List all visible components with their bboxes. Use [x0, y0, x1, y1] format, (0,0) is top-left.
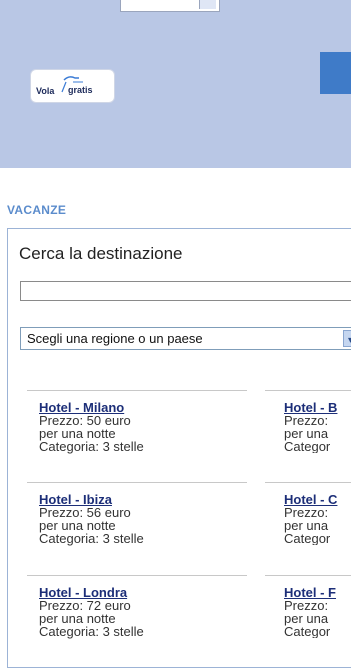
hotel-card: Hotel - B Prezzo: per una Categor: [284, 401, 351, 453]
chevron-down-icon[interactable]: ▾: [343, 330, 351, 347]
row-divider: [27, 482, 247, 483]
hotel-category: Categor: [284, 439, 331, 453]
hotel-card: Hotel - Milano Prezzo: 50 euro per una n…: [39, 401, 249, 453]
row-divider: [27, 575, 247, 576]
search-label: Cerca la destinazione: [19, 244, 183, 263]
region-select[interactable]: Scegli una regione o un paese ▾: [20, 327, 351, 350]
destination-search-input[interactable]: [20, 281, 351, 301]
top-search-widget[interactable]: [120, 0, 220, 12]
region-select-value: Scegli una regione o un paese: [27, 331, 203, 346]
hotel-category: Categoria: 3 stelle: [39, 624, 144, 639]
hotel-category: Categor: [284, 531, 331, 545]
row-divider: [27, 390, 247, 391]
hotel-card: Hotel - F Prezzo: per una Categor: [284, 586, 351, 638]
hotel-category: Categoria: 3 stelle: [39, 531, 144, 546]
hotel-category: Categoria: 3 stelle: [39, 439, 144, 454]
hotel-category: Categor: [284, 624, 331, 638]
header-banner: Vola gratis: [0, 0, 351, 168]
logo-text-gratis: gratis: [68, 85, 93, 95]
row-divider: [265, 482, 351, 483]
hotel-card: Hotel - Londra Prezzo: 72 euro per una n…: [39, 586, 249, 638]
hotel-card: Hotel - C Prezzo: per una Categor: [284, 493, 351, 545]
top-widget-button[interactable]: [199, 0, 216, 9]
section-title: VACANZE: [7, 203, 67, 217]
row-divider: [265, 575, 351, 576]
logo-text-vola: Vola: [36, 86, 55, 96]
hotel-card: Hotel - Ibiza Prezzo: 56 euro per una no…: [39, 493, 249, 545]
row-divider: [265, 390, 351, 391]
banner-button[interactable]: [320, 52, 351, 94]
volagratis-logo[interactable]: Vola gratis: [30, 69, 115, 103]
